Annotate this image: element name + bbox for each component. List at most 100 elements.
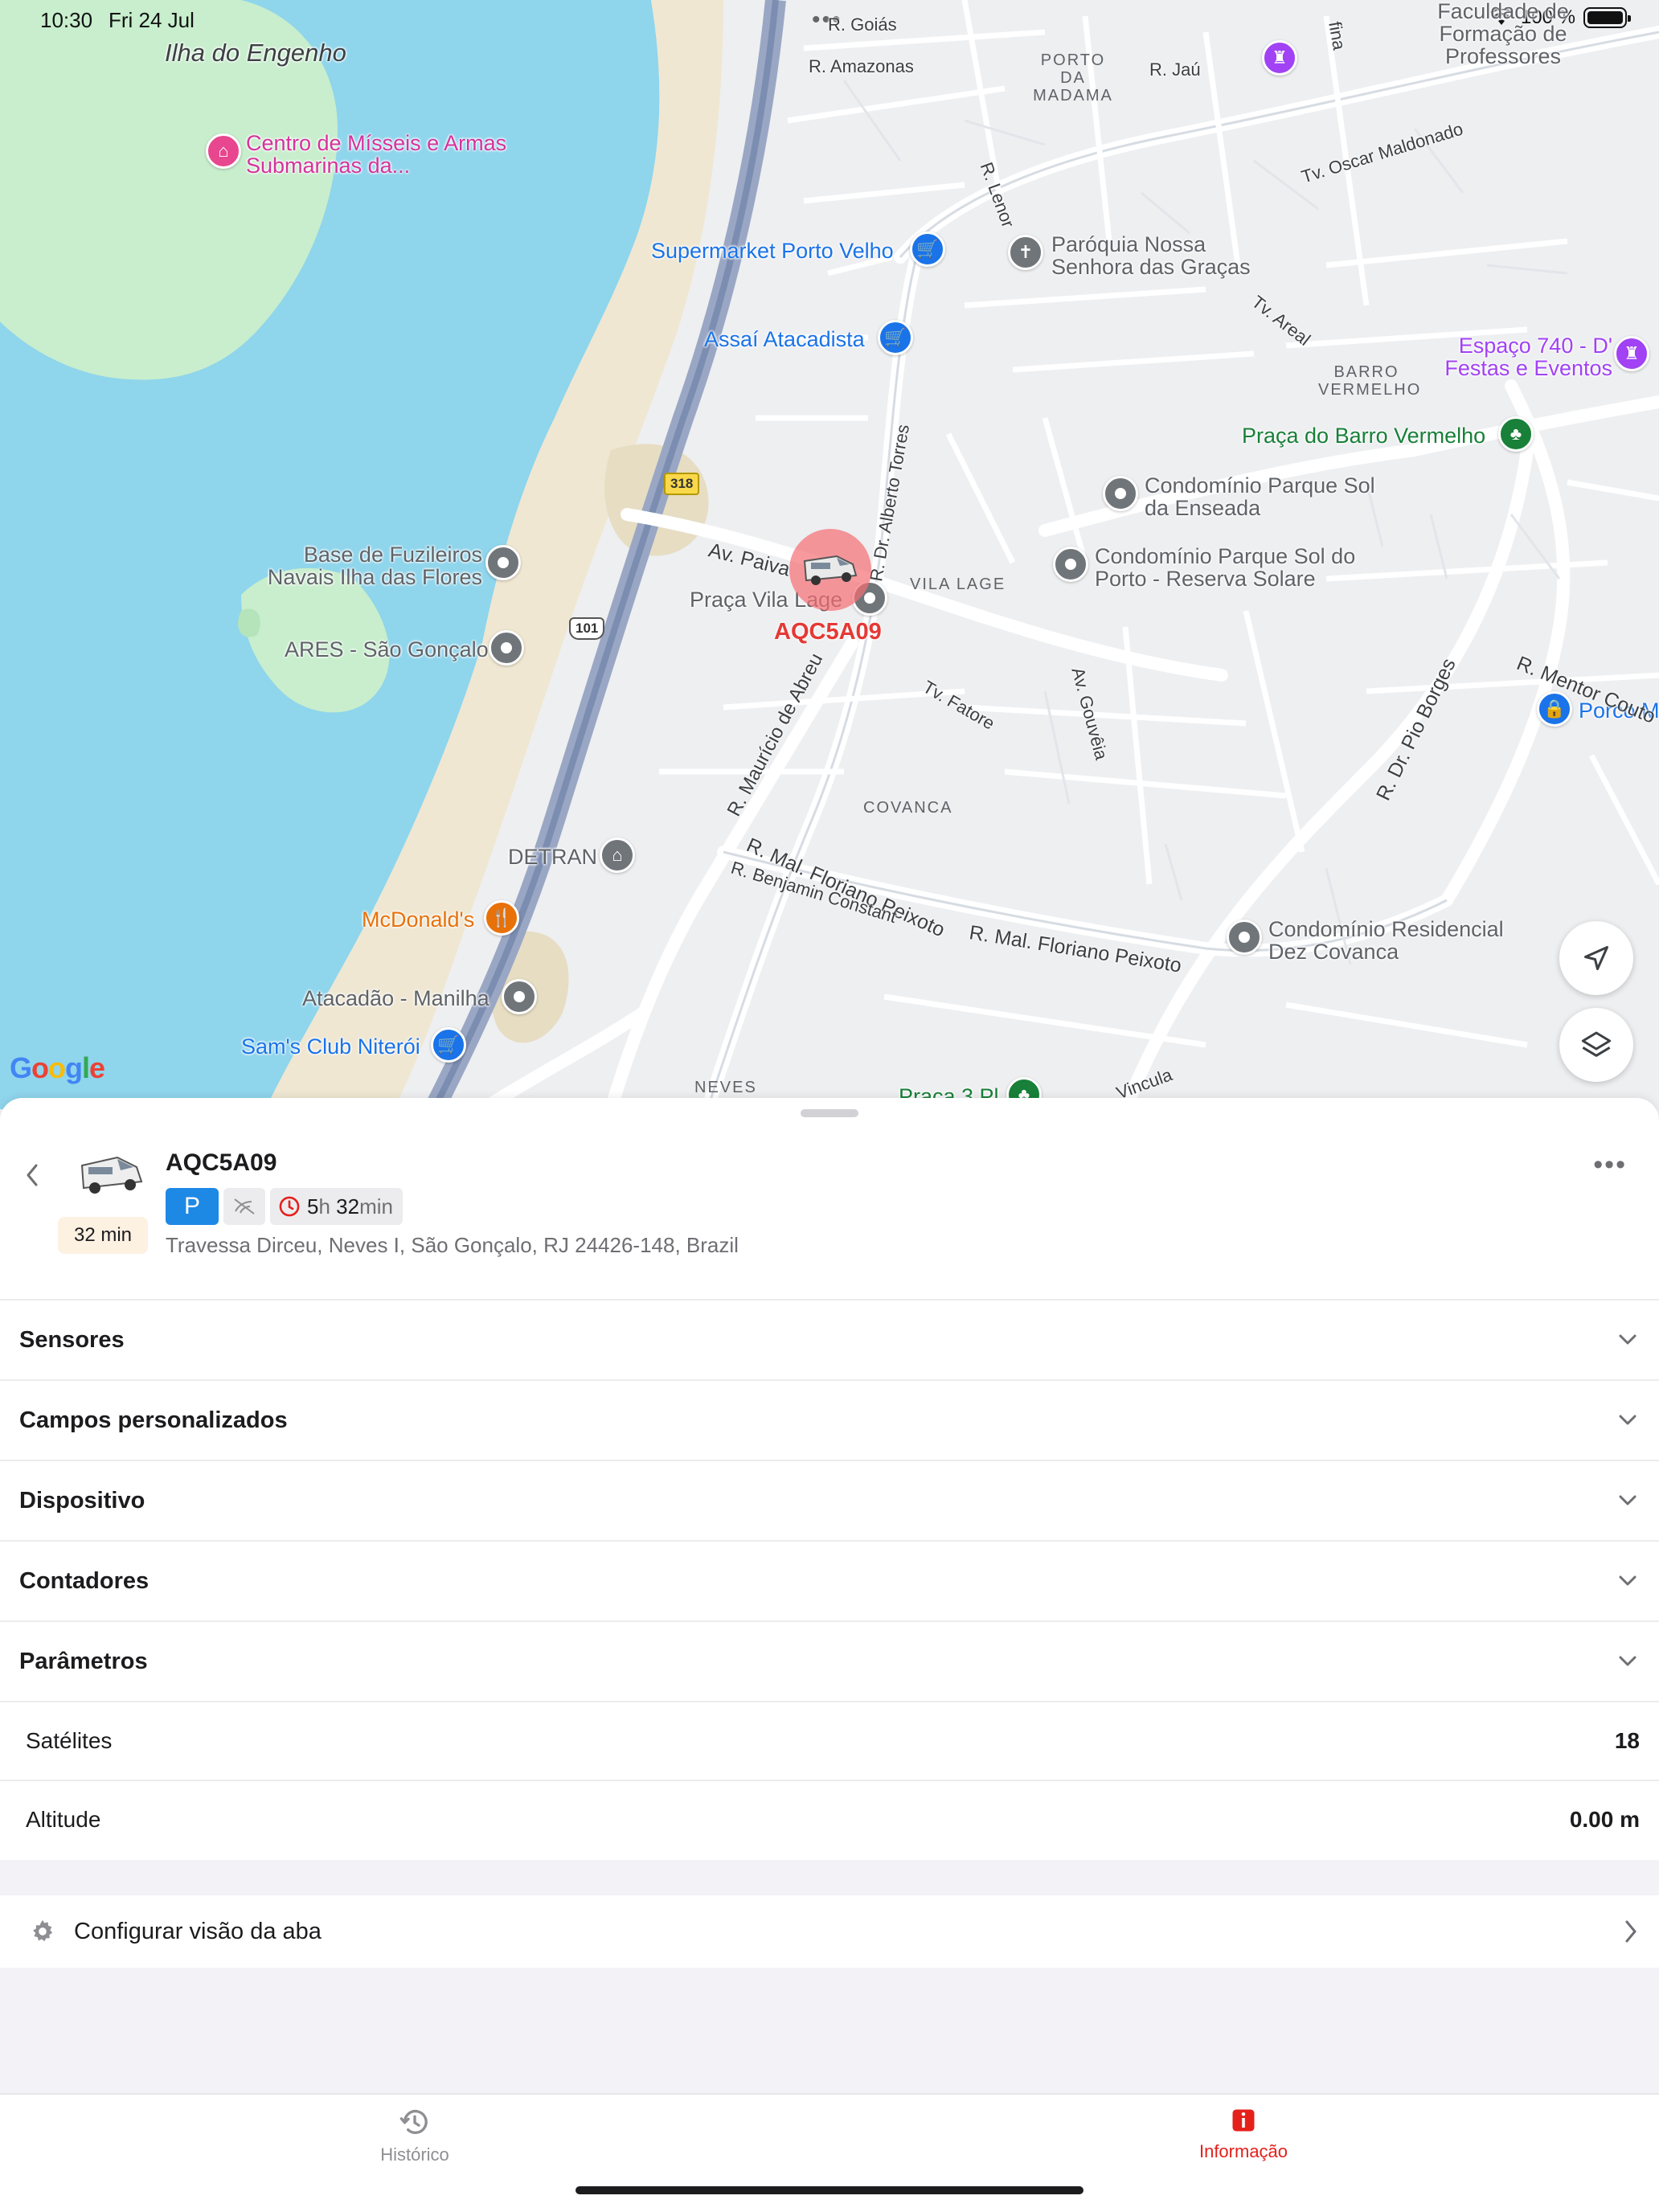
home-indicator[interactable]	[576, 2186, 1083, 2194]
tab-label: Informação	[1198, 2141, 1288, 2161]
vehicle-marker[interactable]	[789, 529, 871, 611]
history-icon	[399, 2109, 428, 2134]
chevron-down-icon	[1619, 1334, 1636, 1345]
shopping-bag-icon[interactable]: 🔒	[1537, 691, 1572, 727]
area-label: NEVES	[694, 1079, 757, 1096]
location-pin-icon[interactable]	[1227, 920, 1262, 955]
location-pin-icon[interactable]	[502, 979, 537, 1014]
locate-button[interactable]	[1559, 921, 1633, 995]
chevron-down-icon	[1619, 1656, 1636, 1666]
chevron-left-icon	[27, 1164, 38, 1186]
section-title: Sensores	[19, 1326, 125, 1353]
chevron-down-icon	[1619, 1495, 1636, 1505]
back-button[interactable]	[16, 1157, 48, 1193]
government-building-icon[interactable]: ⌂	[600, 838, 635, 873]
section-title: Parâmetros	[19, 1648, 148, 1674]
duration-chip: 5h 32min	[270, 1188, 403, 1225]
street-label: R. Goiás	[828, 14, 897, 35]
chevron-right-icon	[1625, 1920, 1636, 1943]
section-campos-personalizados[interactable]: Campos personalizados	[0, 1379, 1659, 1460]
section-contadores[interactable]: Contadores	[0, 1540, 1659, 1620]
tab-informacao[interactable]: Informação	[1123, 2106, 1364, 2162]
tab-historico[interactable]: Histórico	[294, 2106, 535, 2165]
van-icon	[803, 555, 858, 585]
area-label: PORTO DA MADAMA	[1033, 51, 1113, 104]
duration-text: 5h 32min	[307, 1194, 393, 1219]
configure-tab-view-label: Configurar visão da aba	[74, 1918, 322, 1944]
chevron-down-icon	[1619, 1575, 1636, 1586]
section-title: Contadores	[19, 1567, 150, 1594]
sheet-grabber[interactable]	[801, 1109, 858, 1117]
location-pin-icon[interactable]	[489, 630, 524, 666]
more-options-button[interactable]: •••	[1593, 1149, 1627, 1181]
location-pin-icon[interactable]	[1053, 547, 1088, 582]
navigation-arrow-icon	[1584, 946, 1608, 970]
place-assai[interactable]: Assaí Atacadista	[704, 328, 865, 350]
duration-hours-unit: h	[318, 1194, 330, 1219]
clock-icon	[279, 1196, 300, 1217]
section-dispositivo[interactable]: Dispositivo	[0, 1460, 1659, 1540]
status-date: Fri 24 Jul	[109, 8, 195, 32]
park-tree-icon[interactable]: ♣	[1498, 416, 1534, 452]
event-venue-icon[interactable]: ♜	[1262, 40, 1297, 76]
island-label: Ilha do Engenho	[165, 39, 346, 67]
duration-hours: 5	[307, 1194, 319, 1219]
street-label: R. Amazonas	[809, 56, 914, 76]
status-time: 10:30	[40, 8, 93, 32]
place-centro-misseis[interactable]: Centro de Mísseis e Armas Submarinas da.…	[246, 132, 519, 177]
elapsed-time-badge: 32 min	[58, 1217, 148, 1254]
section-sensores[interactable]: Sensores	[0, 1299, 1659, 1379]
parameter-label: Altitude	[26, 1807, 101, 1832]
shopping-cart-icon[interactable]: 🛒	[878, 320, 913, 355]
info-sections: Sensores Campos personalizados Dispositi…	[0, 1299, 1659, 1858]
place-paroquia[interactable]: Paróquia Nossa Senhora das Graças	[1051, 233, 1292, 278]
layers-button[interactable]	[1559, 1008, 1633, 1082]
shopping-cart-icon[interactable]: 🛒	[431, 1027, 466, 1063]
tab-label: Histórico	[380, 2144, 449, 2165]
place-supermarket[interactable]: Supermarket Porto Velho	[651, 240, 894, 262]
place-sams-club[interactable]: Sam's Club Niterói	[241, 1035, 420, 1058]
highway-shield: 318	[664, 473, 700, 495]
place-mcdonalds[interactable]: McDonald's	[362, 908, 474, 931]
duration-minutes: 32	[336, 1194, 360, 1219]
place-praca-barro[interactable]: Praça do Barro Vermelho	[1242, 424, 1485, 447]
parameter-label: Satélites	[26, 1728, 113, 1753]
area-label: VILA LAGE	[910, 576, 1006, 593]
place-ares[interactable]: ARES - São Gonçalo	[285, 638, 489, 661]
highway-shield: 101	[569, 617, 605, 640]
map-view[interactable]: 10:30 Fri 24 Jul ••• 100 % Ilha do Engen…	[0, 0, 1659, 1109]
place-detran[interactable]: DETRAN	[508, 846, 597, 868]
section-title: Campos personalizados	[19, 1407, 288, 1433]
place-espaco-740[interactable]: Espaço 740 - D' Festas e Eventos	[1436, 334, 1612, 379]
parameter-value: 0.00 m	[1569, 1807, 1640, 1832]
restaurant-icon[interactable]: 🍴	[484, 900, 519, 936]
parameter-value: 18	[1614, 1728, 1640, 1753]
cross-icon[interactable]: ✝	[1008, 235, 1043, 270]
device-address: Travessa Dirceu, Neves I, São Gonçalo, R…	[166, 1233, 739, 1257]
gear-icon	[33, 1919, 53, 1942]
configure-tab-view-row[interactable]: Configurar visão da aba	[0, 1895, 1659, 1968]
place-cond-dez-covanca[interactable]: Condomínio Residencial Dez Covanca	[1268, 918, 1526, 963]
parked-status-chip: P	[166, 1188, 219, 1225]
area-label: BARRO VERMELHO	[1318, 363, 1422, 399]
detail-sheet: 32 min AQC5A09 P 5h 32min Travessa Dirce…	[0, 1098, 1659, 2093]
place-faculdade[interactable]: Faculdade de Formação de Professores	[1415, 0, 1591, 68]
event-venue-icon[interactable]: ♜	[1614, 336, 1649, 371]
place-base-fuzileiros[interactable]: Base de Fuzileiros Navais Ilha das Flore…	[257, 543, 482, 588]
vehicle-map-label: AQC5A09	[774, 619, 882, 645]
section-parametros[interactable]: Parâmetros	[0, 1620, 1659, 1701]
satellite-off-icon	[234, 1198, 255, 1215]
shopping-cart-icon[interactable]: 🛒	[910, 231, 945, 267]
gps-off-chip	[223, 1188, 265, 1225]
bed-icon[interactable]: ⌂	[206, 133, 241, 169]
duration-minutes-unit: min	[359, 1194, 393, 1219]
van-icon	[80, 1156, 143, 1194]
section-title: Dispositivo	[19, 1487, 145, 1514]
vehicle-thumbnail	[77, 1151, 146, 1198]
layers-icon	[1581, 1031, 1612, 1057]
location-pin-icon[interactable]	[485, 545, 521, 580]
place-cond-porto[interactable]: Condomínio Parque Sol do Porto - Reserva…	[1095, 545, 1368, 590]
location-pin-icon[interactable]	[1103, 476, 1138, 511]
place-cond-enseada[interactable]: Condomínio Parque Sol da Enseada	[1145, 474, 1378, 519]
place-atacadao[interactable]: Atacadão - Manilha	[302, 987, 490, 1010]
